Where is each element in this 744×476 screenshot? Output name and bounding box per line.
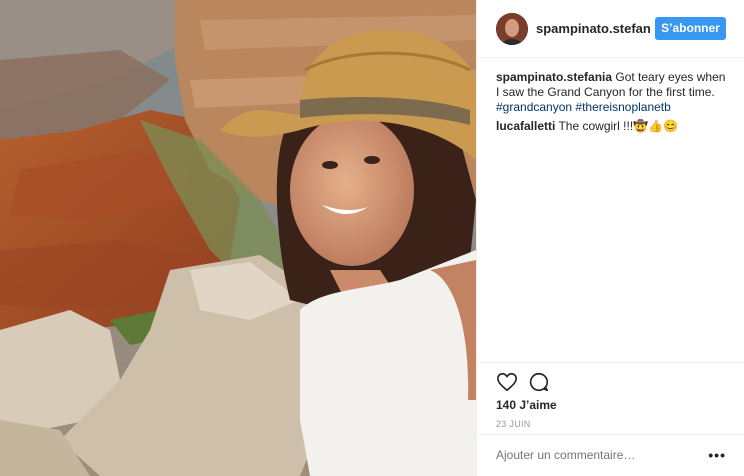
comment-bubble-icon[interactable] [528, 371, 550, 393]
post-date: 23 JUIN [496, 419, 531, 429]
post-actions: 140 J’aime 23 JUIN [477, 362, 744, 429]
comments-list: spampinato.stefania Got teary eyes when … [496, 70, 732, 138]
comment-author[interactable]: lucafalletti [496, 119, 555, 133]
avatar[interactable] [496, 13, 528, 45]
hashtag-link[interactable]: #grandcanyon [496, 100, 572, 114]
post-sidebar: spampinato.stefan S’abonner spampinato.s… [476, 0, 744, 476]
comment-author[interactable]: spampinato.stefania [496, 70, 612, 84]
comment-input[interactable] [496, 448, 696, 462]
post-photo[interactable] [0, 0, 476, 476]
post-author-username[interactable]: spampinato.stefan [536, 21, 651, 36]
comment-text: The cowgirl !!!🤠👍😊 [555, 119, 678, 133]
avatar-image [496, 13, 528, 45]
heart-icon[interactable] [496, 371, 518, 393]
comment-item: lucafalletti The cowgirl !!!🤠👍😊 [496, 119, 732, 134]
comment-composer: ••• [477, 434, 744, 476]
hashtag-link[interactable]: #thereisnoplanetb [575, 100, 670, 114]
follow-button[interactable]: S’abonner [655, 17, 726, 40]
comment-item: spampinato.stefania Got teary eyes when … [496, 70, 732, 115]
post-header: spampinato.stefan S’abonner [477, 0, 744, 58]
more-dots-icon[interactable]: ••• [708, 447, 726, 463]
canyon-selfie-image [0, 0, 476, 476]
like-count[interactable]: 140 J’aime [496, 398, 557, 412]
